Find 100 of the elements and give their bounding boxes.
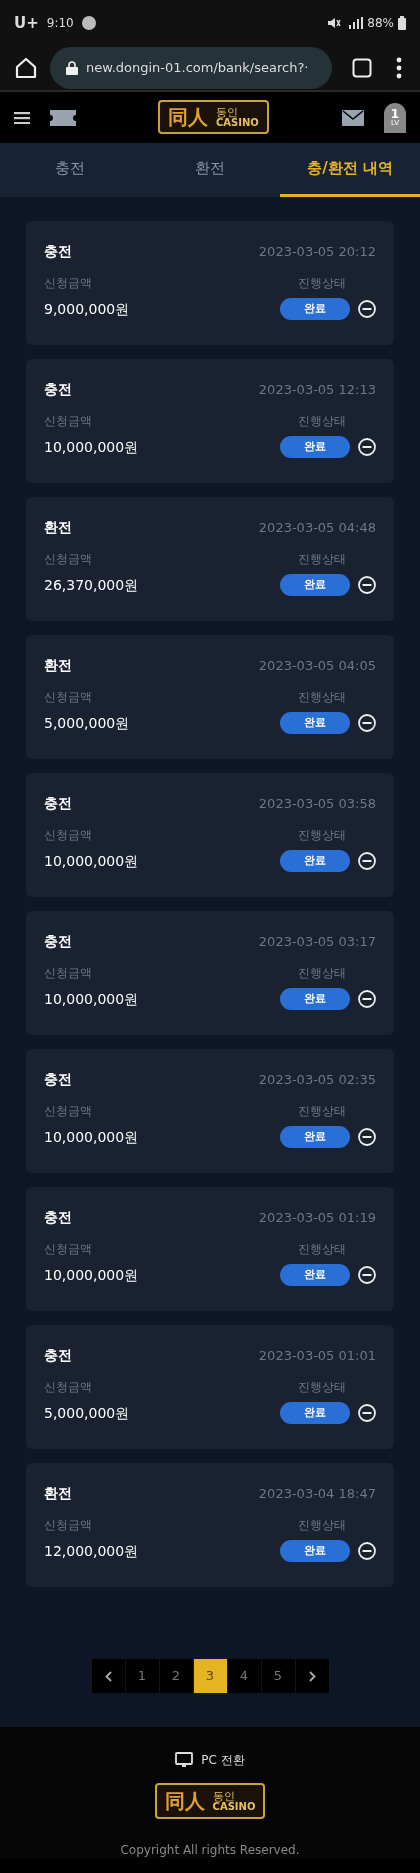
page-button[interactable]: 2 [159,1659,193,1693]
amount-label: 신청금액 [44,413,92,430]
record-type: 충전 [44,794,72,813]
minus-circle-icon[interactable] [358,714,376,732]
status-badge: 완료 [280,298,350,320]
minus-circle-icon[interactable] [358,438,376,456]
more-icon[interactable] [396,57,402,79]
page-button[interactable]: 4 [227,1659,261,1693]
status-badge: 완료 [280,574,350,596]
logo-korean: 동인 [216,106,238,118]
record-datetime: 2023-03-05 02:35 [258,1070,376,1089]
amount-value: 12,000,000원 [44,1541,139,1561]
pc-switch-link[interactable]: PC 전환 [175,1751,245,1769]
amount-label: 신청금액 [44,689,92,706]
lock-icon [66,61,78,75]
amount-label: 신청금액 [44,275,92,292]
record-datetime: 2023-03-05 03:17 [258,932,376,951]
record-type: 환전 [44,518,72,537]
status-label: 진행상태 [298,551,346,568]
tab[interactable]: 충전 [0,143,140,197]
page-button[interactable]: 1 [125,1659,159,1693]
minus-circle-icon[interactable] [358,1404,376,1422]
logo-korean: 동인 [212,1790,235,1802]
page-button[interactable]: 3 [193,1659,227,1693]
minus-circle-icon[interactable] [358,1128,376,1146]
status-badge: 완료 [280,1126,350,1148]
minus-circle-icon[interactable] [358,576,376,594]
tab[interactable]: 환전 [140,143,280,197]
logo-hanja: 同人 [164,1791,205,1811]
page-button[interactable]: 5 [261,1659,295,1693]
status-badge: 완료 [280,712,350,734]
status-label: 진행상태 [298,413,346,430]
signal-icon [349,17,364,29]
record-type: 충전 [44,932,72,951]
amount-label: 신청금액 [44,551,92,568]
battery-icon [398,16,406,30]
record-datetime: 2023-03-05 12:13 [258,380,376,399]
menu-icon[interactable] [14,111,30,124]
carrier-label: U+ [14,12,39,34]
amount-value: 10,000,000원 [44,1127,139,1147]
record-datetime: 2023-03-05 04:48 [258,518,376,537]
amount-value: 26,370,000원 [44,575,139,595]
chevron-right-icon [308,1670,316,1682]
minus-circle-icon[interactable] [358,300,376,318]
minus-circle-icon[interactable] [358,1542,376,1560]
record-datetime: 2023-03-05 04:05 [258,656,376,675]
record-datetime: 2023-03-05 01:01 [258,1346,376,1365]
status-label: 진행상태 [298,275,346,292]
tabs-icon[interactable] [352,58,372,78]
status-label: 진행상태 [298,689,346,706]
record-datetime: 2023-03-05 01:19 [258,1208,376,1227]
battery-percent: 88% [367,15,394,32]
amount-value: 10,000,000원 [44,851,139,871]
status-label: 진행상태 [298,965,346,982]
record-type: 환전 [44,656,72,675]
minus-circle-icon[interactable] [358,852,376,870]
logo-text: CASINO [212,1801,256,1812]
level-number: 1 [390,108,400,120]
previous-page-button[interactable] [91,1659,125,1693]
logo-hanja: 同人 [168,107,208,127]
status-label: 진행상태 [298,827,346,844]
copyright-text: Copyright All rights Reserved. [120,1842,300,1859]
status-label: 진행상태 [298,1379,346,1396]
next-page-button[interactable] [295,1659,329,1693]
record-type: 충전 [44,242,72,261]
record-type: 충전 [44,380,72,399]
notification-icon [81,16,96,30]
logo-text: CASINO [216,117,259,128]
ticket-icon[interactable] [50,109,76,126]
amount-label: 신청금액 [44,827,92,844]
status-time: 9:10 [46,15,74,32]
status-badge: 완료 [280,1540,350,1562]
chevron-left-icon [104,1670,112,1682]
status-badge: 완료 [280,1402,350,1424]
url-text: new.dongin-01.com/bank/search?· [86,59,309,78]
status-label: 진행상태 [298,1241,346,1258]
status-badge: 완료 [280,436,350,458]
minus-circle-icon[interactable] [358,1266,376,1284]
minus-circle-icon[interactable] [358,990,376,1008]
amount-value: 10,000,000원 [44,989,139,1009]
record-datetime: 2023-03-05 03:58 [258,794,376,813]
record-datetime: 2023-03-05 20:12 [258,242,376,261]
status-badge: 완료 [280,850,350,872]
mute-icon [327,17,342,29]
amount-value: 5,000,000원 [44,713,130,733]
amount-label: 신청금액 [44,965,92,982]
record-type: 충전 [44,1070,72,1089]
record-datetime: 2023-03-04 18:47 [258,1484,376,1503]
status-badge: 완료 [280,1264,350,1286]
status-badge: 완료 [280,988,350,1010]
amount-value: 10,000,000원 [44,437,139,457]
record-type: 충전 [44,1208,72,1227]
address-field[interactable]: new.dongin-01.com/bank/search?· [50,47,332,89]
amount-label: 신청금액 [44,1103,92,1120]
home-icon[interactable] [14,56,38,80]
amount-label: 신청금액 [44,1517,92,1534]
mail-icon[interactable] [342,109,364,126]
amount-label: 신청금액 [44,1241,92,1258]
amount-value: 9,000,000원 [44,299,130,319]
amount-label: 신청금액 [44,1379,92,1396]
